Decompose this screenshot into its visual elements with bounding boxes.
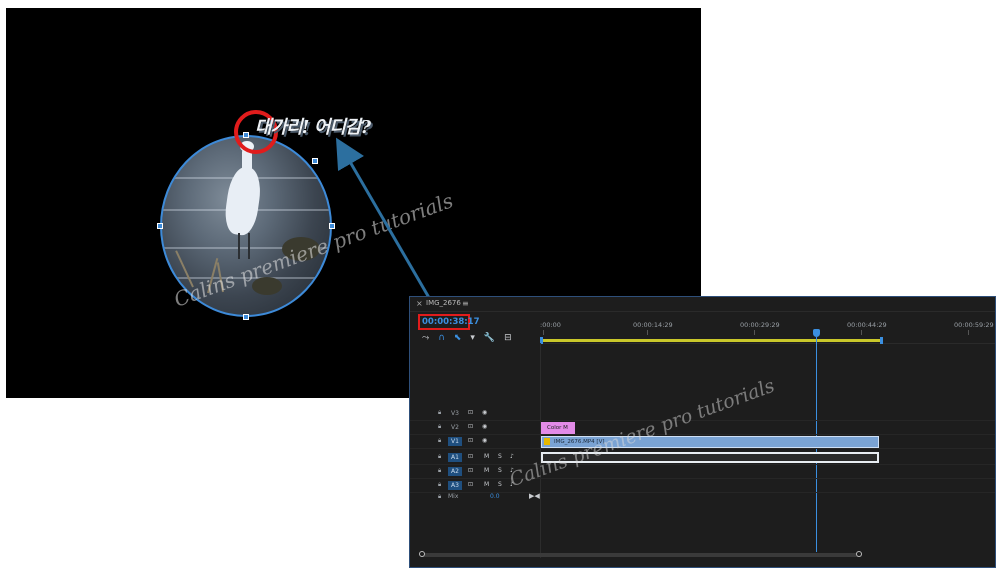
ruler-label: 00:00:14:29 <box>633 321 673 329</box>
track-header: 🔒︎ V1 ⊡ ◉ <box>410 435 540 448</box>
track-label[interactable]: A3 <box>448 481 462 490</box>
color-matte-clip[interactable]: Color M <box>541 422 575 434</box>
menu-icon[interactable]: ≡ <box>462 299 469 308</box>
track-label[interactable]: A1 <box>448 453 462 462</box>
eye-icon[interactable]: ◉ <box>482 437 487 444</box>
close-icon[interactable]: × <box>416 299 423 308</box>
mask-handle[interactable] <box>157 223 163 229</box>
track-header: 🔒︎ V2 ⊡ ◉ <box>410 421 540 434</box>
timeline-panel[interactable]: × IMG_2676 ≡ 00:00:38:17 ⤳ ∩ ⬉ ▾ 🔧 ⊟ :00… <box>409 296 996 568</box>
ruler-tick <box>861 330 862 335</box>
nest-icon[interactable]: ⤳ <box>422 333 429 343</box>
time-ruler[interactable]: :00:00 00:00:14:29 00:00:29:29 00:00:44:… <box>540 313 995 344</box>
linked-selection-icon[interactable]: ⬉ <box>454 333 462 343</box>
lock-icon[interactable]: 🔒︎ <box>438 453 441 461</box>
mic-icon[interactable]: ♪ <box>510 453 514 460</box>
wrench-icon[interactable]: 🔧 <box>484 333 495 343</box>
sync-lock-icon[interactable]: ⊡ <box>468 409 473 416</box>
work-area-end-handle[interactable] <box>880 337 883 344</box>
sync-lock-icon[interactable]: ⊡ <box>468 423 473 430</box>
mute-button[interactable]: M <box>484 453 489 460</box>
mix-end-icon[interactable]: ▶◀ <box>529 492 540 500</box>
solo-button[interactable]: S <box>498 453 502 460</box>
ruler-tick <box>754 330 755 335</box>
track-label[interactable]: V2 <box>448 423 462 432</box>
ruler-tick <box>647 330 648 335</box>
playhead-timecode[interactable]: 00:00:38:17 <box>422 317 480 327</box>
mask-handle[interactable] <box>243 314 249 320</box>
ruler-tick <box>543 330 544 335</box>
fx-badge-icon <box>544 438 550 445</box>
mask-handle[interactable] <box>329 223 335 229</box>
lock-icon[interactable]: 🔒︎ <box>438 437 441 445</box>
ruler-tick <box>968 330 969 335</box>
scrollbar-end-handle[interactable] <box>856 551 862 557</box>
track-label[interactable]: V1 <box>448 437 462 446</box>
eye-icon[interactable]: ◉ <box>482 409 487 416</box>
scrollbar-start-handle[interactable] <box>419 551 425 557</box>
captions-icon[interactable]: ⊟ <box>504 333 512 343</box>
sync-lock-icon[interactable]: ⊡ <box>468 453 473 460</box>
ruler-label: :00:00 <box>540 321 561 329</box>
track-row-v2[interactable]: 🔒︎ V2 ⊡ ◉ <box>410 421 995 435</box>
track-row-a2[interactable]: 🔒︎ A2 ⊡ M S ♪ <box>410 465 995 479</box>
track-label[interactable]: V3 <box>448 409 462 418</box>
solo-button[interactable]: S <box>498 467 502 474</box>
lock-icon[interactable]: 🔒︎ <box>438 493 441 501</box>
track-header: 🔒︎ V3 ⊡ ◉ <box>410 407 540 420</box>
tab-sequence[interactable]: IMG_2676 <box>426 299 461 307</box>
solo-button[interactable]: S <box>498 481 502 488</box>
lock-icon[interactable]: 🔒︎ <box>438 481 441 489</box>
track-header: 🔒︎ A1 ⊡ M S ♪ <box>410 451 540 464</box>
caption-text: 대가리! 어디감? <box>255 117 371 138</box>
mask-feather-handle[interactable] <box>312 158 318 164</box>
ruler-label: 00:00:29:29 <box>740 321 780 329</box>
heron-body <box>222 165 264 237</box>
playhead-handle[interactable] <box>813 329 820 337</box>
mix-track-label: Mix <box>448 493 459 500</box>
heron-leg <box>248 233 250 259</box>
mute-button[interactable]: M <box>484 481 489 488</box>
sync-lock-icon[interactable]: ⊡ <box>468 481 473 488</box>
track-row-a3[interactable]: 🔒︎ A3 ⊡ M S ♪ <box>410 479 995 493</box>
ruler-label: 00:00:59:29 <box>954 321 994 329</box>
mix-volume-value[interactable]: 0.0 <box>490 493 500 500</box>
heron-leg <box>238 233 240 259</box>
work-area-bar[interactable] <box>540 339 882 342</box>
timeline-toolbar: ⤳ ∩ ⬉ ▾ 🔧 ⊟ <box>422 333 512 343</box>
lock-icon[interactable]: 🔒︎ <box>438 423 441 431</box>
eye-icon[interactable]: ◉ <box>482 423 487 430</box>
horizontal-scrollbar[interactable] <box>420 553 862 557</box>
timeline-header: × IMG_2676 ≡ <box>410 297 995 312</box>
snap-icon[interactable]: ∩ <box>438 333 445 343</box>
track-label[interactable]: A2 <box>448 467 462 476</box>
lock-icon[interactable]: 🔒︎ <box>438 409 441 417</box>
mute-button[interactable]: M <box>484 467 489 474</box>
marker-icon[interactable]: ▾ <box>470 333 475 343</box>
sync-lock-icon[interactable]: ⊡ <box>468 467 473 474</box>
lock-icon[interactable]: 🔒︎ <box>438 467 441 475</box>
sync-lock-icon[interactable]: ⊡ <box>468 437 473 444</box>
ruler-label: 00:00:44:29 <box>847 321 887 329</box>
